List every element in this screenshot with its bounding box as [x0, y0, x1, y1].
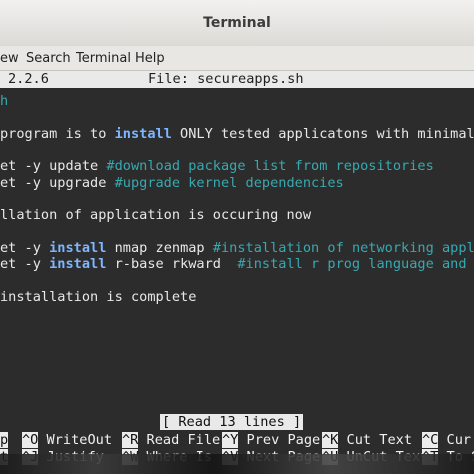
code-token: nmap zenmap [106, 239, 213, 256]
code-line: llation of application is occuring now [0, 207, 311, 223]
shortcut-item[interactable]: ^R Read File [122, 432, 220, 449]
code-line: et -y install nmap zenmap #installation … [0, 240, 474, 256]
comment-token: #upgrade kernel dependencies [114, 174, 344, 191]
terminal-area[interactable]: 2.2.6 File: secureapps.sh h program is to… [0, 71, 474, 474]
code-line: installation is complete [0, 289, 196, 305]
window-title: Terminal [203, 15, 271, 31]
shortcut-item[interactable]: ^K Cut Text [322, 432, 412, 449]
keyword-token: install [114, 125, 172, 142]
shortcut-key: ^Y [222, 432, 239, 448]
title-bar[interactable]: Terminal [0, 0, 474, 46]
status-message: [ Read 13 lines ] [160, 414, 304, 430]
code-token: program is to [0, 125, 115, 142]
keyword-token: install [49, 256, 107, 272]
code-token: et -y [0, 239, 50, 256]
comment-token: #install r prog language and IDE [237, 256, 474, 272]
code-line: et -y update #download package list from… [0, 158, 434, 174]
shortcut-key: ^K [322, 432, 339, 448]
menu-search[interactable]: Search [26, 51, 71, 66]
menu-bar: ew Search Terminal Help [0, 46, 474, 71]
shortcut-item[interactable]: ^O WriteOut [22, 432, 112, 449]
code-line: et -y upgrade #upgrade kernel dependenci… [0, 175, 344, 191]
code-token: installation is complete [0, 288, 197, 305]
code-token: et -y update [0, 158, 107, 175]
menu-help[interactable]: Help [135, 51, 165, 66]
menu-terminal[interactable]: Terminal [76, 51, 131, 66]
code-token: llation of application is occuring now [0, 207, 311, 224]
shortcut-key: ^R [122, 432, 139, 448]
code-token: r-base rkward [106, 256, 238, 272]
comment-token: #download package list from repositories [106, 158, 434, 175]
shortcut-item[interactable]: p [0, 432, 9, 449]
shortcut-key: ^C [422, 432, 439, 448]
shortcut-label: Read File [138, 432, 221, 448]
code-token: ONLY tested applicatons with minimal CW [171, 125, 474, 142]
shortcut-label: Cut Text [338, 432, 413, 448]
comment-token: #installation of networking applicat [212, 239, 474, 256]
shortcut-key: p [0, 432, 9, 448]
code-token: et -y [0, 256, 50, 272]
shortcut-label: Cur [438, 432, 472, 448]
shortcut-key: ^O [22, 432, 39, 448]
shortcut-label: Prev Page [238, 432, 321, 448]
nano-file-label: File: secureapps.sh [148, 71, 304, 87]
code-token: et -y upgrade [0, 174, 115, 191]
shortcut-label: WriteOut [38, 432, 113, 448]
nano-header: 2.2.6 File: secureapps.sh [0, 71, 474, 88]
menu-view[interactable]: ew [0, 51, 19, 66]
code-line: et -y install r-base rkward #install r p… [0, 256, 474, 272]
keyword-token: install [49, 239, 107, 256]
code-line: h [0, 93, 8, 109]
shortcut-item[interactable]: ^Y Prev Page [222, 432, 320, 449]
shortcut-item[interactable]: ^C Cur [422, 432, 471, 449]
comment-token: h [0, 93, 9, 109]
code-line: program is to install ONLY tested applic… [0, 126, 474, 142]
desktop-background-strip [0, 454, 474, 474]
nano-version: 2.2.6 [8, 71, 49, 87]
terminal-window: Terminal ew Search Terminal Help 2.2.6 F… [0, 0, 474, 474]
